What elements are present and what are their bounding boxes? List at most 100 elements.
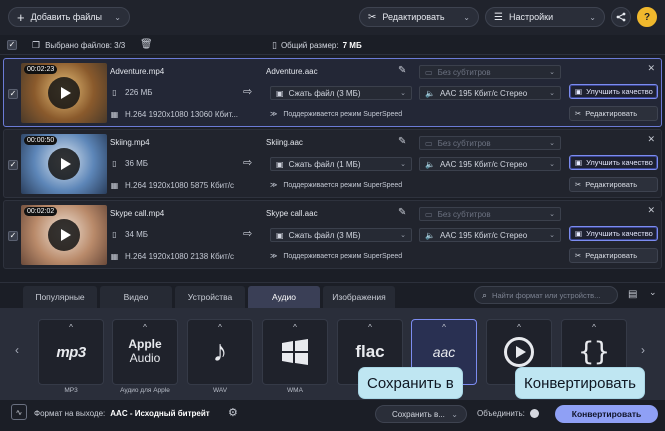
help-button[interactable]: ?	[637, 7, 657, 27]
compress-icon: ▣	[276, 159, 284, 169]
plus-icon: +	[17, 9, 25, 25]
file-icon: ▯	[112, 159, 117, 168]
audio-track-dropdown[interactable]: 🔈 AAC 195 Кбит/с Стерео ⌄	[419, 228, 561, 242]
convert-button[interactable]: Конвертировать	[555, 405, 658, 423]
output-file-name: Skiing.aac	[266, 138, 303, 147]
speaker-icon: 🔈	[425, 88, 435, 98]
remove-file-icon[interactable]: ✕	[647, 63, 655, 74]
subtitles-dropdown[interactable]: ▭ Без субтитров ⌄	[419, 136, 561, 150]
video-thumbnail[interactable]: 00:02:02	[21, 205, 107, 265]
source-file-size: ▯ 36 МБ	[110, 159, 148, 168]
search-icon: ⌕	[482, 289, 488, 300]
chevron-down-icon: ⌄	[549, 69, 555, 76]
subtitles-dropdown[interactable]: ▭ Без субтитров ⌄	[419, 65, 561, 79]
chevron-down-icon: ⌄	[549, 211, 555, 218]
chevron-up-icon: ^	[368, 323, 372, 332]
video-thumbnail[interactable]: 00:02:23	[21, 63, 107, 123]
format-search-input[interactable]: ⌕ Найти формат или устройств...	[474, 286, 618, 304]
format-settings-icon[interactable]: ▤	[628, 289, 637, 300]
tab-popular[interactable]: Популярные	[23, 286, 97, 308]
tab-devices[interactable]: Устройства	[175, 286, 245, 308]
edit-menu-button[interactable]: ✂ Редактировать ⌄	[359, 7, 479, 27]
convert-arrow-icon: ⇨	[243, 86, 253, 98]
tools-icon: ✂	[575, 180, 582, 189]
play-button[interactable]	[48, 77, 80, 109]
chevron-down-icon: ⌄	[400, 232, 406, 239]
file-row[interactable]: ✓ 00:02:23 Adventure.mp4 ▯ 226 МБ ▦ H.26…	[3, 58, 662, 127]
subtitles-icon: ▭	[425, 67, 433, 77]
share-icon	[616, 12, 626, 22]
tab-video[interactable]: Видео	[100, 286, 172, 308]
chevron-down-icon: ⌄	[451, 409, 458, 419]
tools-icon: ✂	[368, 11, 377, 23]
chevron-up-icon: ^	[517, 323, 521, 332]
edit-file-button[interactable]: ✂ Редактировать	[569, 177, 658, 192]
compress-icon: ▣	[276, 88, 284, 98]
film-icon: ▦	[110, 252, 119, 261]
enhance-quality-button[interactable]: ▣ Улучшить качество	[569, 84, 658, 99]
trash-icon[interactable]: 🗑	[140, 39, 153, 50]
share-button[interactable]	[611, 7, 631, 27]
edit-file-button[interactable]: ✂ Редактировать	[569, 248, 658, 263]
settings-menu-button[interactable]: ☰ Настройки ⌄	[485, 7, 605, 27]
compress-dropdown[interactable]: ▣ Сжать файл (3 МБ) ⌄	[270, 86, 412, 100]
subtitles-icon: ▭	[425, 138, 433, 148]
file-row[interactable]: ✓ 00:02:02 Skype call.mp4 ▯ 34 МБ ▦ H.26…	[3, 200, 662, 269]
enhance-quality-button[interactable]: ▣ Улучшить качество	[569, 226, 658, 241]
play-icon	[60, 87, 71, 99]
tools-icon: ✂	[575, 251, 582, 260]
file-icon: ▯	[112, 230, 117, 239]
rename-pencil-icon[interactable]: ✎	[398, 207, 406, 218]
speaker-icon: 🔈	[425, 230, 435, 240]
music-note-icon: ♪	[212, 335, 228, 368]
remove-file-icon[interactable]: ✕	[647, 134, 655, 145]
chevron-down-icon: ⌄	[549, 161, 555, 168]
play-button[interactable]	[48, 148, 80, 180]
enhance-icon: ▣	[575, 87, 583, 96]
selected-count: ❐ Выбрано файлов: 3/3	[32, 40, 126, 50]
file-checkbox[interactable]: ✓	[8, 160, 18, 170]
add-files-button[interactable]: + Добавить файлы ⌄	[8, 7, 130, 27]
gear-icon[interactable]: ⚙	[228, 406, 238, 419]
rename-pencil-icon[interactable]: ✎	[398, 136, 406, 147]
merge-label: Объединить:	[477, 409, 525, 418]
scroll-right-icon[interactable]: ›	[641, 343, 645, 357]
superspeed-icon: ≫	[270, 182, 278, 189]
compress-dropdown[interactable]: ▣ Сжать файл (1 МБ) ⌄	[270, 157, 412, 171]
subtitles-icon: ▭	[425, 209, 433, 219]
enhance-quality-button[interactable]: ▣ Улучшить качество	[569, 155, 658, 170]
play-button[interactable]	[48, 219, 80, 251]
merge-toggle[interactable]	[530, 409, 539, 418]
aac-icon: aac	[432, 344, 456, 360]
enhance-icon: ▣	[575, 229, 583, 238]
format-label: MP3	[64, 387, 78, 394]
chevron-up-icon: ^	[442, 323, 446, 332]
file-checkbox[interactable]: ✓	[8, 89, 18, 99]
source-codec-info: ▦ H.264 1920x1080 2138 Кбит/с	[110, 252, 235, 261]
source-codec-info: ▦ H.264 1920x1080 13060 Кбит...	[110, 110, 239, 119]
sliders-icon: ☰	[494, 11, 503, 23]
rename-pencil-icon[interactable]: ✎	[398, 65, 406, 76]
remove-file-icon[interactable]: ✕	[647, 205, 655, 216]
output-format-icon: ∿	[11, 404, 27, 420]
select-all-checkbox[interactable]: ✓	[7, 40, 17, 50]
source-file-name: Skype call.mp4	[110, 209, 165, 218]
save-to-button[interactable]: Сохранить в... ⌄	[375, 405, 467, 423]
tab-images[interactable]: Изображения	[323, 286, 395, 308]
file-row[interactable]: ✓ 00:00:50 Skiing.mp4 ▯ 36 МБ ▦ H.264 19…	[3, 129, 662, 198]
mp3-icon: mp3	[56, 343, 86, 361]
braces-icon: {}	[578, 337, 610, 367]
scroll-left-icon[interactable]: ‹	[15, 343, 19, 357]
compress-dropdown[interactable]: ▣ Сжать файл (3 МБ) ⌄	[270, 228, 412, 242]
output-file-name: Skype call.aac	[266, 209, 318, 218]
subtitles-dropdown[interactable]: ▭ Без субтитров ⌄	[419, 207, 561, 221]
collapse-chevron-icon[interactable]: ⌄	[649, 287, 657, 298]
chevron-down-icon: ⌄	[114, 12, 121, 22]
tab-audio[interactable]: Аудио	[248, 286, 320, 308]
output-file-name: Adventure.aac	[266, 67, 318, 76]
edit-file-button[interactable]: ✂ Редактировать	[569, 106, 658, 121]
video-thumbnail[interactable]: 00:00:50	[21, 134, 107, 194]
audio-track-dropdown[interactable]: 🔈 AAC 195 Кбит/с Стерео ⌄	[419, 86, 561, 100]
audio-track-dropdown[interactable]: 🔈 AAC 195 Кбит/с Стерео ⌄	[419, 157, 561, 171]
file-checkbox[interactable]: ✓	[8, 231, 18, 241]
